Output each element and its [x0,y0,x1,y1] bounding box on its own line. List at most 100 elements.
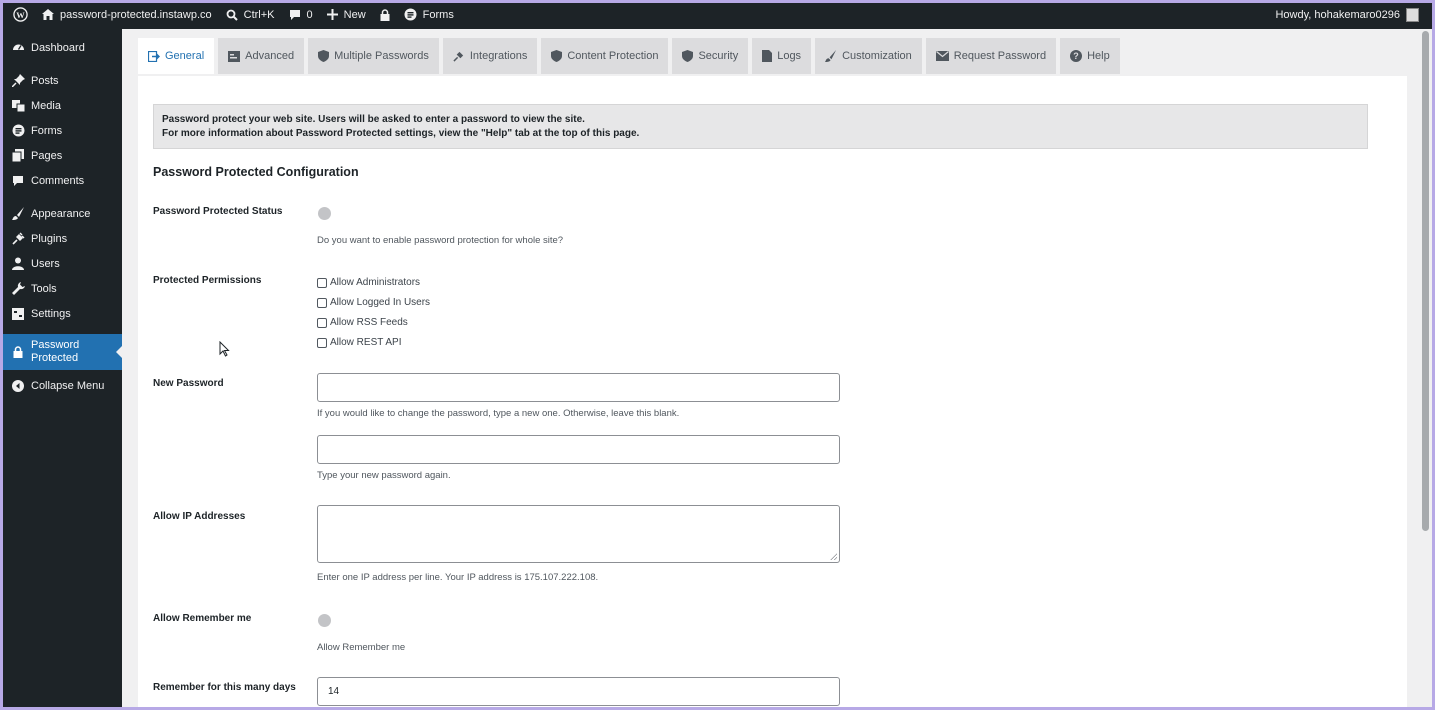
allow-rest-api-checkbox[interactable] [317,337,327,348]
wordpress-logo-button[interactable]: W [6,0,35,29]
search-icon [226,9,238,21]
brush-icon [11,207,25,221]
svg-text:W: W [16,10,25,20]
tab-multiple-passwords[interactable]: Multiple Passwords [308,38,439,74]
tab-security[interactable]: Security [672,38,749,74]
forms-button[interactable]: Forms [397,0,461,29]
status-description: Do you want to enable password protectio… [317,235,564,246]
sidebar-item-dashboard[interactable]: Dashboard [3,35,122,60]
confirm-password-field[interactable] [317,435,840,464]
shortcut-label: Ctrl+K [243,8,275,21]
lock-icon [11,345,25,359]
collapse-menu-button[interactable]: Collapse Menu [3,373,122,398]
howdy-text: Howdy, hohakemaro0296 [1275,8,1400,21]
shield-icon [682,50,694,62]
tab-request-password[interactable]: Request Password [925,38,1057,74]
remember-me-description: Allow Remember me [317,642,406,653]
svg-text:?: ? [1073,51,1079,61]
confirm-password-description: Type your new password again. [317,470,451,481]
allow-rss-feeds-checkbox[interactable] [317,317,327,328]
forms-icon [404,8,417,21]
sidebar-label: Plugins [31,232,68,245]
command-palette-button[interactable]: Ctrl+K [219,0,282,29]
tab-general[interactable]: General [138,38,215,74]
tab-content-protection[interactable]: Content Protection [541,38,669,74]
tab-label: Logs [777,50,802,62]
shield-icon [318,50,330,62]
permission-option[interactable]: Allow RSS Feeds [317,317,408,328]
remember-me-toggle[interactable] [318,614,340,627]
avatar [1406,7,1419,22]
sidebar-item-settings[interactable]: Settings [3,301,122,326]
forms-label: Forms [422,8,454,21]
sidebar-item-appearance[interactable]: Appearance [3,201,122,226]
new-password-field[interactable] [317,373,840,402]
allow-logged-in-users-checkbox[interactable] [317,297,327,308]
tab-label: Customization [842,50,912,62]
sidebar-item-users[interactable]: Users [3,251,122,276]
tab-label: Help [1087,50,1110,62]
sidebar-label: Password Protected [31,339,79,365]
sidebar-label: Dashboard [31,41,85,54]
sidebar-item-forms[interactable]: Forms [3,118,122,143]
new-label: New [343,8,366,21]
tab-integrations[interactable]: Integrations [442,38,538,74]
ip-addresses-label: Allow IP Addresses [153,511,246,522]
dashboard-icon [11,41,25,55]
tab-label: General [165,50,205,62]
plug-icon [11,232,25,246]
ip-addresses-textarea[interactable] [317,505,840,563]
resize-handle[interactable] [830,553,837,560]
new-password-label: New Password [153,378,224,389]
sidebar-item-comments[interactable]: Comments [3,168,122,193]
pin-icon [11,74,25,88]
sidebar-item-posts[interactable]: Posts [3,68,122,93]
sidebar-label: Media [31,99,61,112]
sidebar-item-media[interactable]: Media [3,93,122,118]
info-notice: Password protect your web site. Users wi… [153,104,1368,149]
collapse-icon [11,379,25,393]
sidebar-label: Settings [31,307,71,320]
comments-button[interactable]: 0 [282,0,320,29]
sidebar-item-plugins[interactable]: Plugins [3,226,122,251]
ip-addresses-description: Enter one IP address per line. Your IP a… [317,572,599,583]
sidebar-item-password-protected[interactable]: Password Protected [3,334,122,370]
sidebar-label-line1: Password [31,339,80,351]
permission-option[interactable]: Allow Administrators [317,277,420,288]
sidebar-item-pages[interactable]: Pages [3,143,122,168]
tab-label: Integrations [469,50,528,62]
admin-sidebar: Dashboard Posts Media Forms Pages Commen… [3,29,122,707]
comment-icon [11,174,25,188]
notice-line-1: Password protect your web site. Users wi… [162,114,585,125]
account-menu[interactable]: Howdy, hohakemaro0296 [1275,0,1419,29]
tab-advanced[interactable]: Advanced [218,38,305,74]
page-scrollbar[interactable] [1420,29,1432,707]
remember-days-field[interactable]: 14 [317,677,840,706]
pages-icon [11,149,25,163]
site-name-link[interactable]: password-protected.instawp.co [35,0,219,29]
permission-option[interactable]: Allow Logged In Users [317,297,430,308]
allow-administrators-checkbox[interactable] [317,277,327,288]
tab-customization[interactable]: Customization [815,38,922,74]
document-icon [762,50,773,62]
sidebar-label: Posts [31,74,59,87]
sidebar-item-tools[interactable]: Tools [3,276,122,301]
wordpress-icon: W [13,7,28,22]
tab-help[interactable]: ? Help [1060,38,1120,74]
checkbox-label: Allow RSS Feeds [330,317,408,328]
password-protected-button[interactable] [373,0,397,29]
help-icon: ? [1070,50,1083,62]
email-icon [935,51,949,61]
scrollbar-thumb[interactable] [1422,31,1429,531]
status-toggle[interactable] [318,207,340,220]
new-content-button[interactable]: New [320,0,373,29]
permission-option[interactable]: Allow REST API [317,337,402,348]
admin-bar: W password-protected.instawp.co Ctrl+K 0… [0,0,1435,29]
page-title: Password Protected Configuration [153,165,359,179]
tab-logs[interactable]: Logs [752,38,812,74]
plug-icon [453,51,463,62]
checkbox-label: Allow Administrators [330,277,421,288]
sidebar-label: Forms [31,124,63,137]
shield-alt-icon [551,50,563,62]
sidebar-label-line2: Protected [31,352,79,364]
